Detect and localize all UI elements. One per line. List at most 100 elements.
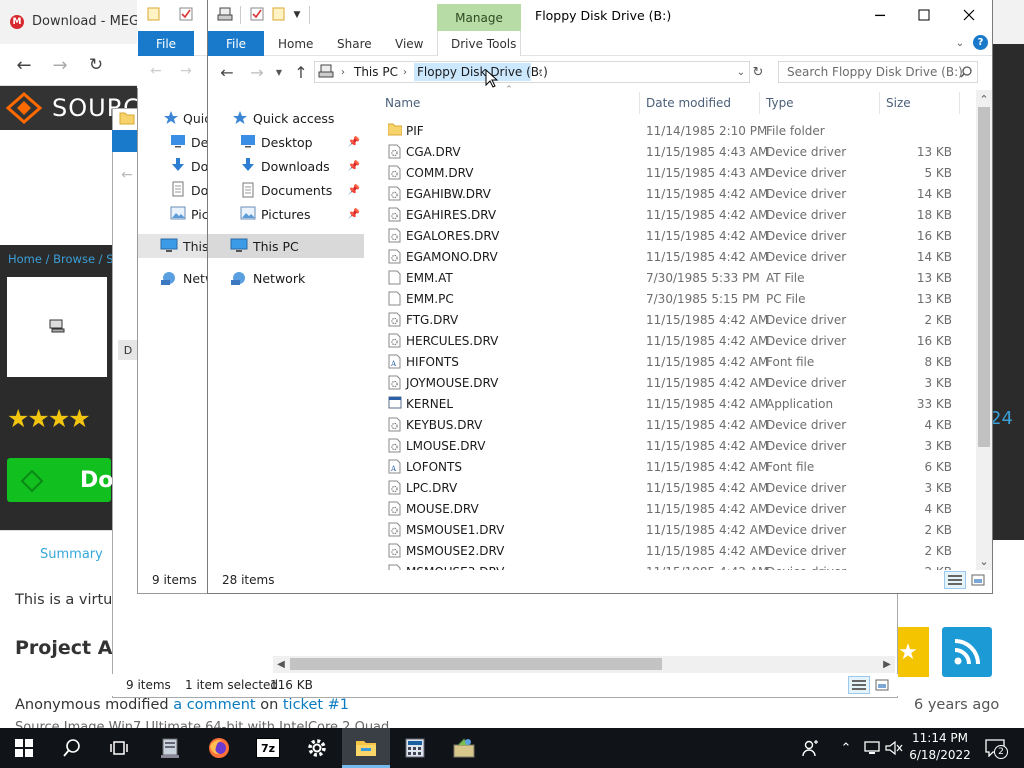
vertical-scroll-thumb[interactable]	[978, 107, 990, 447]
file-row[interactable]: FTG.DRV 11/15/1985 4:42 AM Device driver 2 …	[376, 309, 976, 330]
app-icon[interactable]	[440, 728, 488, 768]
activity-ticket-link[interactable]: ticket #1	[283, 697, 349, 713]
ribbon-expand-icon[interactable]: ⌄	[953, 37, 967, 49]
back-window-file-tab[interactable]: File	[138, 31, 194, 56]
horizontal-scroll-thumb[interactable]	[290, 658, 662, 670]
ribbon-share-tab[interactable]: Share	[337, 37, 372, 51]
new-folder-icon[interactable]	[271, 6, 287, 22]
chevron-up-icon[interactable]: ⌃	[838, 738, 854, 758]
breadcrumb[interactable]: Home / Browse / Sy	[8, 252, 120, 266]
manage-tab[interactable]: Manage	[437, 4, 521, 32]
file-row[interactable]: LPC.DRV 11/15/1985 4:42 AM Device driver 3 …	[376, 477, 976, 498]
address-current[interactable]: Floppy Disk Drive (B:)	[417, 65, 548, 79]
scroll-down-icon[interactable]: ⌄	[977, 554, 991, 568]
back-arrow-icon[interactable]: ←	[218, 63, 236, 82]
ribbon-home-tab[interactable]: Home	[278, 37, 313, 51]
back-arrow-icon[interactable]: ←	[14, 55, 34, 76]
scroll-left-icon[interactable]: ◀	[274, 657, 288, 671]
column-type[interactable]: Type	[766, 96, 794, 110]
start-icon[interactable]	[0, 728, 48, 768]
collapsed-item[interactable]: D	[118, 340, 138, 360]
recent-locations-icon[interactable]: ▼	[273, 66, 285, 78]
ribbon-drive-tools-tab[interactable]: Drive Tools	[451, 37, 516, 51]
sourceforge-logo-icon[interactable]	[6, 92, 42, 124]
settings-icon[interactable]	[293, 728, 341, 768]
file-row[interactable]: JOYMOUSE.DRV 11/15/1985 4:42 AM Device dri…	[376, 372, 976, 393]
chevron-right-icon[interactable]: ›	[400, 65, 410, 79]
file-row[interactable]: EGAHIRES.DRV 11/15/1985 4:42 AM Device dri…	[376, 204, 976, 225]
details-view-icon[interactable]	[848, 676, 870, 694]
back-arrow-icon[interactable]: ←	[149, 63, 163, 79]
file-row[interactable]: MSMOUSE2.DRV 11/15/1985 4:42 AM Device dri…	[376, 540, 976, 561]
file-row[interactable]: EGAMONO.DRV 11/15/1985 4:42 AM Device driv…	[376, 246, 976, 267]
task-view-icon[interactable]	[95, 728, 143, 768]
people-icon[interactable]	[800, 738, 822, 758]
qat-customize-icon[interactable]: ▼	[291, 8, 303, 22]
nav-desktop[interactable]: Desktop	[261, 135, 313, 150]
file-row[interactable]: EMM.AT 7/30/1985 5:33 PM AT File 13 KB	[376, 267, 976, 288]
nav-downloads[interactable]: Downloads	[261, 159, 330, 174]
minimize-icon[interactable]: ─	[866, 4, 894, 26]
file-row[interactable]: COMM.DRV 11/15/1985 4:43 AM Device driver 5…	[376, 162, 976, 183]
nav-network[interactable]: Network	[253, 271, 305, 286]
file-row[interactable]: KEYBUS.DRV 11/15/1985 4:42 AM Device drive…	[376, 414, 976, 435]
close-icon[interactable]	[955, 4, 983, 26]
search-icon[interactable]	[48, 728, 96, 768]
up-arrow-icon[interactable]: ↑	[292, 63, 310, 82]
file-row[interactable]: EGAHIBW.DRV 11/15/1985 4:42 AM Device driv…	[376, 183, 976, 204]
back-arrow-icon[interactable]: ←	[120, 167, 134, 183]
forward-arrow-icon[interactable]: →	[179, 63, 193, 79]
scroll-right-icon[interactable]: ▶	[880, 657, 894, 671]
file-row[interactable]: A LOFONTS 11/15/1985 4:42 AM Font file 6 KB	[376, 456, 976, 477]
file-row[interactable]: MOUSE.DRV 11/15/1985 4:42 AM Device driver…	[376, 498, 976, 519]
help-icon[interactable]: ?	[973, 35, 988, 50]
maximize-icon[interactable]	[910, 4, 938, 26]
activity-comment-link[interactable]: a comment	[173, 697, 255, 713]
network-status-icon[interactable]	[862, 738, 882, 758]
7zip-icon[interactable]: 7z	[244, 728, 292, 768]
address-this-pc[interactable]: This PC	[354, 65, 398, 79]
nav-quick-access[interactable]: Quick access	[253, 111, 334, 126]
reload-icon[interactable]: ↻	[86, 55, 106, 75]
file-row[interactable]: CGA.DRV 11/15/1985 4:43 AM Device driver 13…	[376, 141, 976, 162]
search-icon[interactable]	[958, 64, 974, 80]
file-row[interactable]: MSMOUSE1.DRV 11/15/1985 4:42 AM Device dri…	[376, 519, 976, 540]
server-icon[interactable]	[146, 728, 194, 768]
file-row[interactable]: KERNEL 11/15/1985 4:42 AM Application 33 KB	[376, 393, 976, 414]
file-row[interactable]: EMM.PC 7/30/1985 5:15 PM PC File 13 KB	[376, 288, 976, 309]
file-row[interactable]: MSMOUSE3.DRV 11/15/1985 4:42 AMDevice dri…	[376, 561, 976, 570]
file-row[interactable]: LMOUSE.DRV 11/15/1985 4:42 AM Device drive…	[376, 435, 976, 456]
taskbar-date[interactable]: 6/18/2022	[900, 748, 980, 762]
chevron-right-icon[interactable]: ›	[535, 65, 545, 79]
file-explorer-icon[interactable]	[342, 728, 390, 768]
column-separator[interactable]	[959, 92, 960, 114]
properties-icon[interactable]	[178, 6, 194, 22]
nav-this-pc[interactable]: This PC	[253, 239, 299, 254]
ribbon-view-tab[interactable]: View	[395, 37, 423, 51]
column-separator[interactable]	[759, 92, 760, 114]
properties-icon[interactable]	[249, 6, 265, 22]
back-nav-pictures[interactable]: Pic	[191, 207, 209, 222]
back-nav-this-pc[interactable]: This	[183, 239, 209, 254]
scroll-up-icon[interactable]: ⌃	[977, 92, 991, 106]
middle-window-file-tab[interactable]	[112, 130, 138, 152]
file-row[interactable]: A HIFONTS 11/15/1985 4:42 AM Font file 8 KB	[376, 351, 976, 372]
file-row[interactable]: PIF 11/14/1985 2:10 PM File folder	[376, 120, 976, 141]
column-date-modified[interactable]: Date modified	[646, 96, 731, 110]
column-separator[interactable]	[879, 92, 880, 114]
forward-arrow-icon[interactable]: →	[248, 63, 266, 82]
column-size[interactable]: Size	[886, 96, 911, 110]
firefox-icon[interactable]	[195, 728, 243, 768]
large-icons-view-icon[interactable]	[872, 676, 892, 694]
chevron-right-icon[interactable]: ›	[338, 65, 348, 79]
nav-documents[interactable]: Documents	[261, 183, 332, 198]
rss-button[interactable]	[942, 627, 992, 677]
column-name[interactable]: Name	[385, 96, 420, 110]
refresh-icon[interactable]: ↻	[750, 61, 766, 83]
file-row[interactable]: EGALORES.DRV 11/15/1985 4:42 AM Device dri…	[376, 225, 976, 246]
file-row[interactable]: HERCULES.DRV 11/15/1985 4:42 AM Device dri…	[376, 330, 976, 351]
calculator-icon[interactable]	[391, 728, 439, 768]
address-dropdown-icon[interactable]: ⌄	[734, 64, 748, 80]
nav-pictures[interactable]: Pictures	[261, 207, 311, 222]
ribbon-file-tab[interactable]: File	[208, 31, 264, 56]
